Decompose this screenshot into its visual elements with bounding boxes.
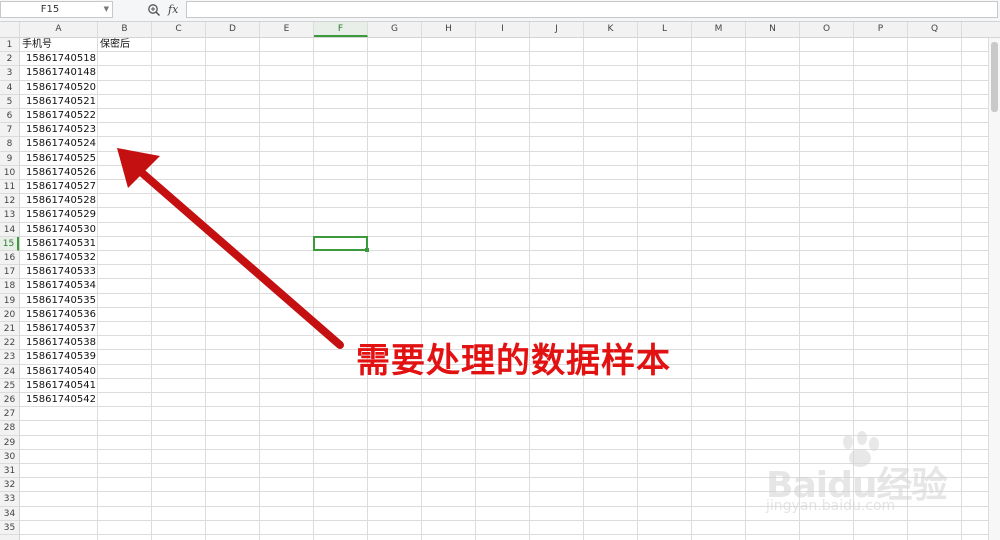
cell-a19[interactable]: 15861740535	[20, 294, 96, 308]
row-header-12[interactable]: 12	[0, 194, 19, 209]
cell-a13[interactable]: 15861740529	[20, 208, 96, 222]
row-header-31[interactable]: 31	[0, 464, 19, 479]
row-header-9[interactable]: 9	[0, 152, 19, 166]
row-header-29[interactable]: 29	[0, 436, 19, 450]
name-box[interactable]: F15 ▼	[0, 1, 113, 18]
cell-a3[interactable]: 15861740148	[20, 66, 96, 80]
column-header-m[interactable]: M	[692, 22, 746, 37]
scrollbar-thumb[interactable]	[991, 42, 998, 112]
row-header-8[interactable]: 8	[0, 137, 19, 152]
row-header-34[interactable]: 34	[0, 507, 19, 521]
fx-icon[interactable]: fx	[168, 2, 178, 18]
column-header-n[interactable]: N	[746, 22, 800, 37]
cell-a20[interactable]: 15861740536	[20, 308, 96, 322]
formula-bar: F15 ▼ fx	[0, 0, 1000, 22]
row-header-1[interactable]: 1	[0, 38, 19, 53]
column-header-c[interactable]: C	[152, 22, 206, 37]
cell-a11[interactable]: 15861740527	[20, 180, 96, 194]
column-header-b[interactable]: B	[98, 22, 152, 37]
name-box-value: F15	[40, 4, 60, 15]
cell-a26[interactable]: 15861740542	[20, 393, 96, 407]
cell-b1[interactable]: 保密后	[100, 38, 130, 52]
cell-a4[interactable]: 15861740520	[20, 81, 96, 95]
row-header-17[interactable]: 17	[0, 265, 19, 280]
cell-a24[interactable]: 15861740540	[20, 365, 96, 379]
fill-handle[interactable]	[365, 248, 369, 252]
annotation-label: 需要处理的数据样本	[356, 341, 671, 381]
row-header-3[interactable]: 3	[0, 66, 19, 81]
cell-a16[interactable]: 15861740532	[20, 251, 96, 265]
row-header-30[interactable]: 30	[0, 450, 19, 464]
column-header-g[interactable]: G	[368, 22, 422, 37]
column-header-bar: ABCDEFGHIJKLMNOPQ	[0, 22, 1000, 38]
row-header-18[interactable]: 18	[0, 279, 19, 294]
baidu-watermark: Baidu经验 jingyan.baidu.com	[760, 430, 960, 520]
row-header-13[interactable]: 13	[0, 208, 19, 223]
vertical-scrollbar[interactable]	[988, 38, 1000, 540]
row-header-23[interactable]: 23	[0, 350, 19, 365]
row-header-26[interactable]: 26	[0, 393, 19, 408]
cell-a18[interactable]: 15861740534	[20, 279, 96, 293]
row-header-7[interactable]: 7	[0, 123, 19, 138]
cell-a7[interactable]: 15861740523	[20, 123, 96, 137]
row-header-24[interactable]: 24	[0, 365, 19, 379]
row-header-27[interactable]: 27	[0, 407, 19, 422]
selected-cell[interactable]	[313, 235, 368, 251]
row-header-bar: 1 2 3 4 5 6 7 8 9 10 11 12 13 14 15 16 17 18 19 20 21 22 23 24 2…	[0, 38, 20, 540]
column-header-a[interactable]: A	[20, 22, 98, 37]
cell-a14[interactable]: 15861740530	[20, 223, 96, 237]
row-header-25[interactable]: 25	[0, 379, 19, 393]
column-header-d[interactable]: D	[206, 22, 260, 37]
watermark-url: jingyan.baidu.com	[766, 498, 896, 514]
column-header-o[interactable]: O	[800, 22, 854, 37]
column-header-f[interactable]: F	[314, 22, 368, 37]
formula-input[interactable]	[186, 1, 998, 18]
row-header-2[interactable]: 2	[0, 52, 19, 67]
row-header-16[interactable]: 16	[0, 251, 19, 266]
row-header-35[interactable]: 35	[0, 521, 19, 535]
cell-a12[interactable]: 15861740528	[20, 194, 96, 208]
column-header-k[interactable]: K	[584, 22, 638, 37]
column-header-l[interactable]: L	[638, 22, 692, 37]
column-header-q[interactable]: Q	[908, 22, 962, 37]
row-header-15[interactable]: 15	[0, 236, 19, 251]
cell-a17[interactable]: 15861740533	[20, 265, 96, 279]
row-header-11[interactable]: 11	[0, 180, 19, 195]
row-header-14[interactable]: 14	[0, 223, 19, 237]
column-header-e[interactable]: E	[260, 22, 314, 37]
cell-a25[interactable]: 15861740541	[20, 379, 96, 393]
cell-a23[interactable]: 15861740539	[20, 350, 96, 364]
zoom-icon[interactable]	[147, 2, 161, 18]
cell-a1[interactable]: 手机号	[22, 38, 52, 52]
row-header-28[interactable]: 28	[0, 421, 19, 436]
row-header-32[interactable]: 32	[0, 478, 19, 493]
column-header-j[interactable]: J	[530, 22, 584, 37]
row-header-33[interactable]: 33	[0, 492, 19, 507]
row-header-4[interactable]: 4	[0, 81, 19, 95]
column-header-h[interactable]: H	[422, 22, 476, 37]
column-header-p[interactable]: P	[854, 22, 908, 37]
row-header-22[interactable]: 22	[0, 336, 19, 351]
row-header-10[interactable]: 10	[0, 166, 19, 180]
row-header-5[interactable]: 5	[0, 95, 19, 109]
cell-a9[interactable]: 15861740525	[20, 152, 96, 166]
cell-a15[interactable]: 15861740531	[20, 237, 96, 251]
cell-a22[interactable]: 15861740538	[20, 336, 96, 350]
cell-a8[interactable]: 15861740524	[20, 137, 96, 151]
cell-a21[interactable]: 15861740537	[20, 322, 96, 336]
row-header-19[interactable]: 19	[0, 294, 19, 308]
row-header-20[interactable]: 20	[0, 308, 19, 322]
cell-a5[interactable]: 15861740521	[20, 95, 96, 109]
row-header-21[interactable]: 21	[0, 322, 19, 337]
select-all-corner[interactable]	[0, 22, 20, 37]
cell-a6[interactable]: 15861740522	[20, 109, 96, 123]
cell-a10[interactable]: 15861740526	[20, 166, 96, 180]
row-header-6[interactable]: 6	[0, 109, 19, 124]
column-header-i[interactable]: I	[476, 22, 530, 37]
cell-a2[interactable]: 15861740518	[20, 52, 96, 66]
chevron-down-icon[interactable]: ▼	[104, 2, 109, 17]
